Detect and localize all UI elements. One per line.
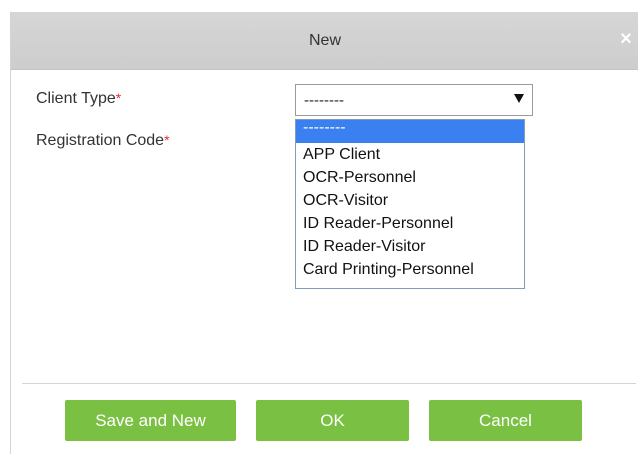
required-asterisk: * <box>115 90 122 106</box>
dropdown-option[interactable]: ID Reader-Personnel <box>296 212 524 235</box>
required-asterisk: * <box>164 132 170 148</box>
dropdown-option[interactable]: APP Client <box>296 143 524 166</box>
dropdown-option[interactable]: OCR-Personnel <box>296 166 524 189</box>
dropdown-option[interactable]: Card Printing-Personnel <box>296 258 524 281</box>
client-type-select-value: -------- <box>304 92 344 109</box>
triangle-down-icon <box>514 94 524 103</box>
dialog-title: New <box>308 32 341 49</box>
client-type-select[interactable]: -------- <box>295 84 533 116</box>
client-type-dropdown-list: -------- APP Client OCR-Personnel OCR-Vi… <box>295 119 525 289</box>
registration-code-label: Registration Code* <box>36 132 170 150</box>
dropdown-option[interactable]: OCR-Visitor <box>296 189 524 212</box>
dialog-titlebar: New × <box>11 12 638 70</box>
close-icon[interactable]: × <box>616 29 636 49</box>
dropdown-option[interactable]: ID Reader-Visitor <box>296 235 524 258</box>
footer-divider <box>22 383 636 384</box>
ok-button[interactable]: OK <box>256 400 409 441</box>
client-type-label: Client Type* <box>36 90 121 108</box>
cancel-button[interactable]: Cancel <box>429 400 582 441</box>
save-and-new-button[interactable]: Save and New <box>65 400 236 441</box>
registration-code-label-text: Registration Code <box>36 132 165 149</box>
client-type-label-text: Client Type <box>36 90 116 107</box>
dropdown-option[interactable]: -------- <box>296 120 524 143</box>
